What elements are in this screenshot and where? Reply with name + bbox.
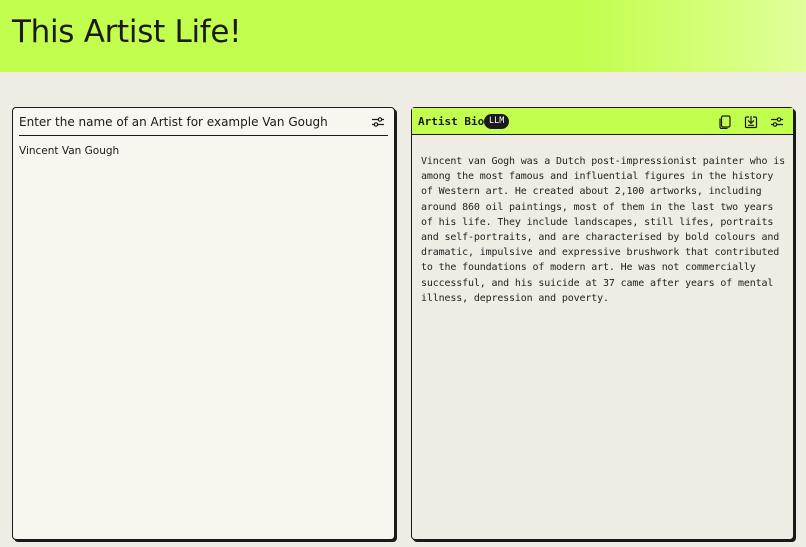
artist-input-row[interactable]: Enter the name of an Artist for example … (19, 108, 388, 136)
page-title: This Artist Life! (12, 14, 242, 50)
sliders-icon[interactable] (769, 114, 785, 130)
sliders-icon[interactable] (370, 114, 386, 130)
llm-badge: LLM (484, 114, 510, 129)
artist-bio-title: Artist Bio (418, 115, 485, 128)
artist-bio-text: Vincent van Gogh was a Dutch post-impres… (421, 156, 785, 304)
artist-bio-header: Artist Bio LLM (412, 108, 793, 135)
download-icon[interactable] (743, 114, 759, 130)
app-header: This Artist Life! (0, 0, 806, 72)
artist-bio-panel: Artist Bio LLM Vincent van Gogh was a Du… (411, 107, 794, 540)
copy-icon[interactable] (717, 114, 733, 130)
artist-input-label: Enter the name of an Artist for example … (19, 115, 328, 129)
artist-input-panel: Enter the name of an Artist for example … (12, 107, 395, 540)
artist-input-value[interactable]: Vincent Van Gough (19, 145, 119, 157)
